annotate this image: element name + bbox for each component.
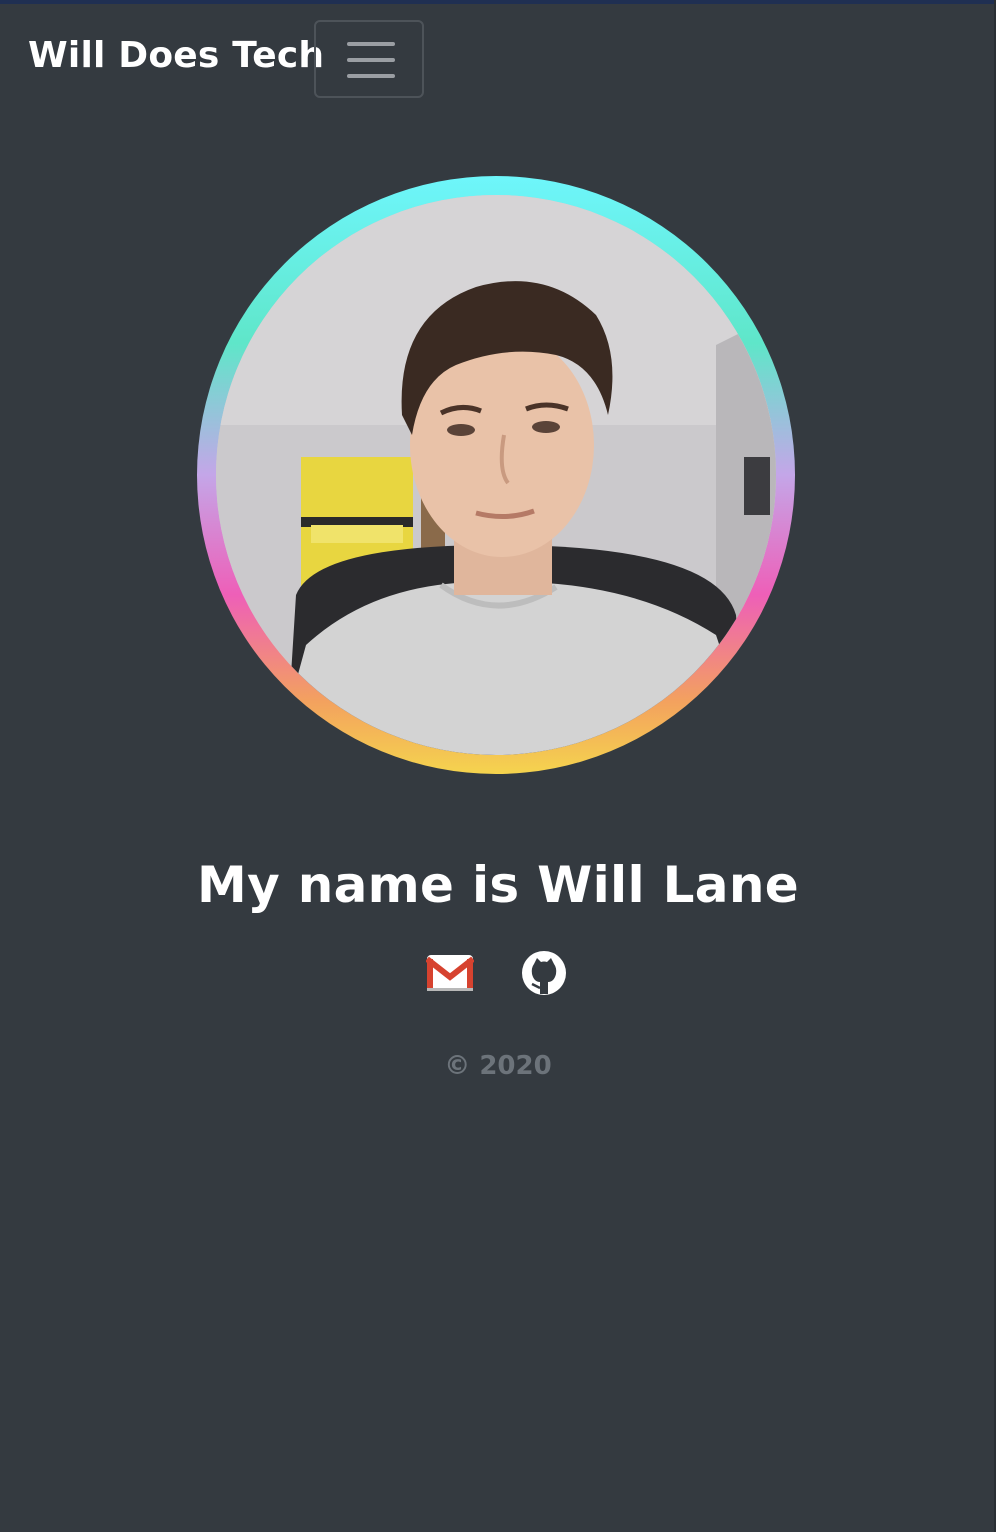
- top-edge-line: [0, 0, 996, 4]
- gmail-link[interactable]: [426, 950, 474, 996]
- navbar-toggle-button[interactable]: [314, 20, 424, 98]
- profile-photo-illustration: [216, 195, 776, 755]
- page-title: My name is Will Lane: [197, 855, 799, 914]
- profile-photo: [216, 195, 776, 755]
- github-link[interactable]: [520, 950, 568, 996]
- gmail-icon: [426, 950, 474, 996]
- profile-photo-ring: [197, 176, 795, 774]
- github-icon: [520, 950, 568, 996]
- brand-link[interactable]: Will Does Tech: [28, 30, 324, 82]
- copyright-footer: © 2020: [444, 1051, 552, 1081]
